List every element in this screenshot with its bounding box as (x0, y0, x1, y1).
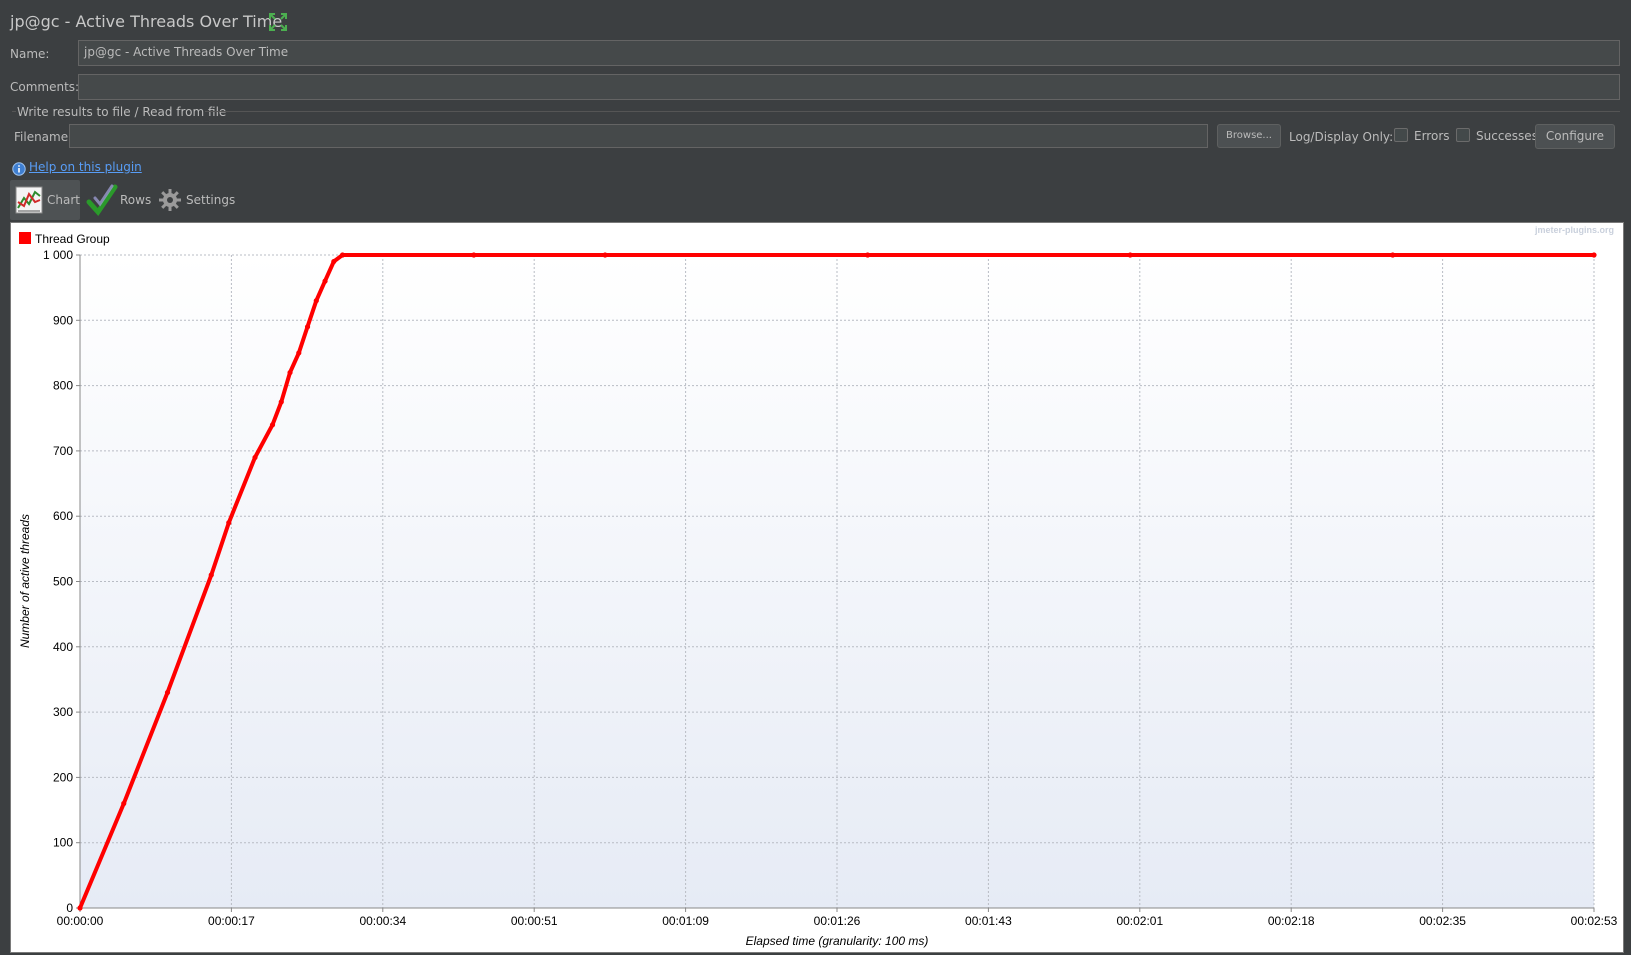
x-tick-label: 00:02:01 (1116, 914, 1163, 928)
x-tick-label: 00:02:18 (1268, 914, 1315, 928)
legend-swatch (19, 232, 31, 244)
legend-label: Thread Group (35, 232, 110, 246)
data-point (339, 252, 346, 258)
browse-button[interactable]: Browse... (1217, 124, 1281, 148)
data-point (1591, 252, 1597, 258)
y-tick-label: 700 (53, 444, 73, 458)
data-point (865, 252, 871, 258)
y-tick-label: 200 (53, 770, 73, 784)
data-point (287, 369, 293, 376)
x-tick-label: 00:01:09 (662, 914, 709, 928)
y-tick-label: 800 (53, 379, 73, 393)
tab-chart[interactable]: Chart (10, 180, 80, 220)
tab-settings-label: Settings (186, 193, 236, 207)
group-border-right (205, 111, 1620, 112)
y-tick-label: 400 (53, 640, 73, 654)
data-point (278, 399, 284, 405)
y-tick-label: 500 (53, 575, 73, 589)
data-point (296, 350, 302, 356)
window-title: jp@gc - Active Threads Over Time (10, 12, 283, 31)
group-border-left (12, 111, 16, 112)
y-tick-label: 900 (53, 313, 73, 327)
y-axis-label: Number of active threads (18, 514, 32, 648)
log-display-label: Log/Display Only: (1289, 130, 1394, 144)
help-link[interactable]: Help on this plugin (29, 160, 142, 174)
gear-icon (158, 188, 182, 216)
x-tick-label: 00:00:17 (208, 914, 255, 928)
data-point (304, 324, 311, 330)
tab-rows-label: Rows (120, 193, 152, 207)
data-point (269, 422, 276, 428)
y-axis-ticks: 0 100 200 300 400 500 600 700 800 900 1 000 (43, 248, 80, 915)
data-point (121, 800, 127, 807)
name-label: Name: (10, 47, 50, 61)
errors-checkbox[interactable] (1394, 128, 1408, 142)
x-tick-label: 00:02:35 (1419, 914, 1466, 928)
x-axis-ticks: 00:00:00 00:00:17 00:00:34 00:00:51 00:01:09… (57, 908, 1618, 928)
x-tick-label: 00:02:53 (1571, 914, 1618, 928)
y-tick-label: 0 (66, 901, 73, 915)
comments-field[interactable] (78, 74, 1620, 100)
y-tick-label: 1 000 (43, 248, 73, 262)
x-tick-label: 00:00:00 (57, 914, 104, 928)
filename-field[interactable] (69, 124, 1208, 148)
x-tick-label: 00:00:34 (359, 914, 406, 928)
checkmark-icon (86, 184, 118, 222)
data-point (164, 689, 171, 696)
data-point (252, 454, 258, 461)
errors-label: Errors (1414, 129, 1450, 143)
tab-settings[interactable]: Settings (156, 180, 236, 220)
data-point (322, 278, 328, 284)
x-tick-label: 00:01:26 (814, 914, 861, 928)
comments-label: Comments: (10, 80, 80, 94)
chart-icon (15, 186, 43, 218)
x-tick-label: 00:00:51 (511, 914, 558, 928)
data-point (226, 520, 232, 526)
name-field[interactable]: jp@gc - Active Threads Over Time (78, 40, 1620, 66)
data-point (313, 298, 319, 304)
x-axis-label: Elapsed time (granularity: 100 ms) (746, 934, 929, 948)
data-point (208, 572, 214, 578)
data-point (1390, 252, 1396, 258)
y-tick-label: 100 (53, 836, 73, 850)
data-point (471, 252, 477, 258)
data-point (602, 252, 608, 258)
chart-panel: 0 100 200 300 400 500 600 700 800 900 1 000 00:00:… (10, 222, 1624, 953)
tab-rows[interactable]: Rows (84, 180, 152, 220)
filename-label: Filename (14, 130, 69, 144)
x-tick-label: 00:01:43 (965, 914, 1012, 928)
info-icon (12, 161, 26, 176)
successes-label: Successes (1476, 129, 1538, 143)
watermark: jmeter-plugins.org (1534, 225, 1614, 235)
data-point (1127, 252, 1133, 258)
tab-chart-label: Chart (47, 193, 80, 207)
configure-button[interactable]: Configure (1535, 124, 1615, 149)
y-tick-label: 300 (53, 705, 73, 719)
file-group-label: Write results to file / Read from file (17, 105, 227, 119)
active-threads-chart: 0 100 200 300 400 500 600 700 800 900 1 000 00:00:… (18, 225, 1618, 948)
expand-icon[interactable] (268, 12, 288, 32)
data-point (77, 905, 83, 911)
y-tick-label: 600 (53, 509, 73, 523)
successes-checkbox[interactable] (1456, 128, 1470, 142)
data-point (331, 258, 337, 265)
